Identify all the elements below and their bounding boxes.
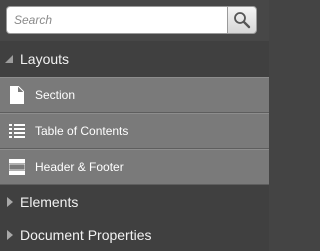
layout-item-header-footer[interactable]: Header & Footer — [0, 149, 269, 185]
search-bar — [0, 0, 269, 41]
section-label: Layouts — [20, 51, 70, 67]
search-input[interactable] — [6, 6, 227, 34]
section-label: Document Properties — [20, 226, 152, 243]
item-label: Table of Contents — [35, 124, 129, 138]
section-page-icon — [9, 86, 25, 104]
layout-item-section[interactable]: Section — [0, 77, 269, 113]
section-header-document-properties[interactable]: Document Properties — [0, 218, 269, 251]
search-button[interactable] — [227, 6, 257, 34]
collapsed-triangle-icon — [7, 196, 13, 207]
item-label: Header & Footer — [35, 160, 124, 174]
section-header-layouts[interactable]: Layouts — [0, 41, 269, 77]
collapsed-triangle-icon — [7, 229, 13, 240]
section-label: Elements — [20, 193, 79, 210]
item-label: Section — [35, 88, 76, 102]
header-footer-icon — [9, 158, 25, 176]
expanded-triangle-icon — [5, 55, 13, 63]
list-icon — [9, 122, 25, 140]
magnifier-icon — [234, 12, 251, 29]
section-header-elements[interactable]: Elements — [0, 185, 269, 218]
layout-item-table-of-contents[interactable]: Table of Contents — [0, 113, 269, 149]
